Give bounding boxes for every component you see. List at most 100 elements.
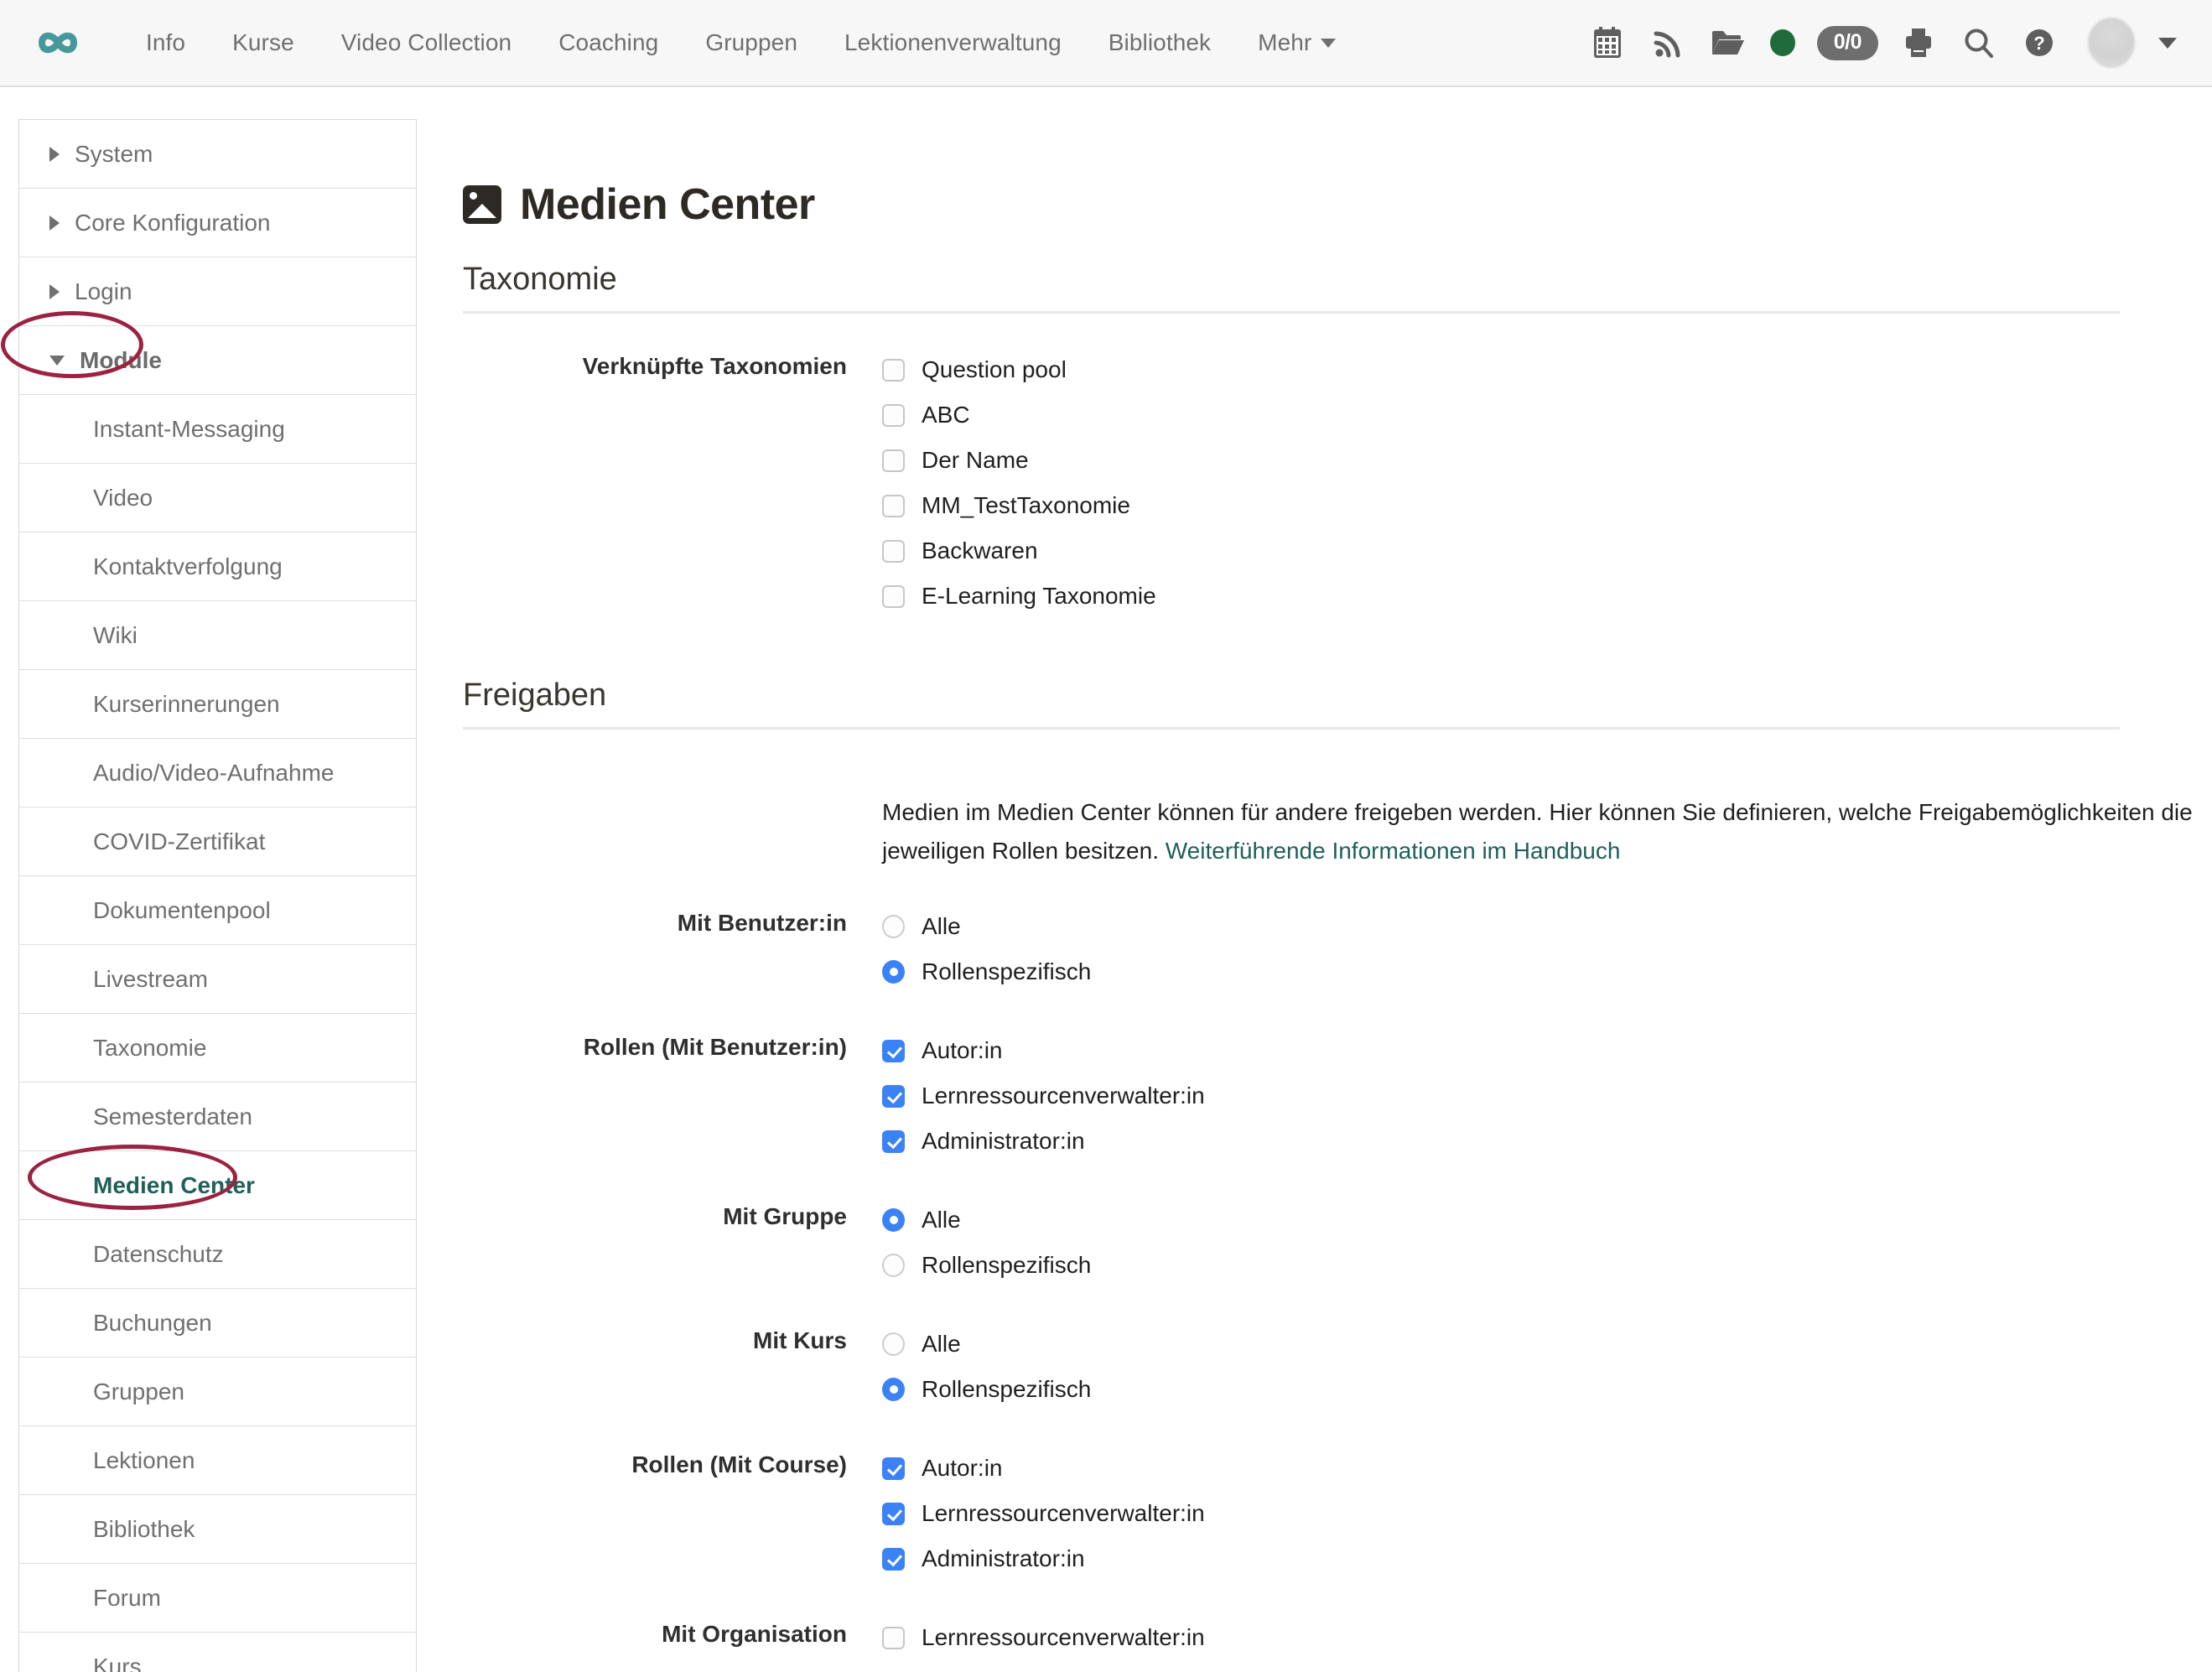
checkbox-option-lernressourcenverwalterin[interactable]: Lernressourcenverwalter:in <box>882 1491 2212 1536</box>
checkbox-icon-checked[interactable] <box>882 1129 905 1153</box>
radio-label: Alle <box>922 1331 961 1357</box>
sidebar-item-wiki[interactable]: Wiki <box>19 601 416 670</box>
main-menu: Info Kurse Video Collection Coaching Gru… <box>122 29 1359 56</box>
infinity-logo[interactable] <box>25 17 91 69</box>
sidebar-item-medien-center[interactable]: Medien Center <box>19 1145 416 1220</box>
form-label-verknuepfte-taxonomien: Verknüpfte Taxonomien <box>582 353 847 379</box>
checkbox-icon-checked[interactable] <box>882 1502 905 1525</box>
nav-item-gruppen[interactable]: Gruppen <box>682 29 821 56</box>
toolbar-icons: 0/0 ? <box>1577 13 2180 73</box>
sidebar-item-label: Semesterdaten <box>93 1103 252 1129</box>
checkbox-icon[interactable] <box>882 1626 905 1649</box>
rss-feed-icon[interactable] <box>1638 13 1698 73</box>
checkbox-icon-checked[interactable] <box>882 1084 905 1108</box>
checkbox-icon-checked[interactable] <box>882 1547 905 1571</box>
checkbox-option-question-pool[interactable]: Question pool <box>882 347 2212 392</box>
sidebar-item-label: Kurs <box>93 1653 142 1672</box>
sidebar-item-label: Dokumentenpool <box>93 896 271 923</box>
sidebar-item-gruppen[interactable]: Gruppen <box>19 1358 416 1426</box>
checkbox-option-mm-testtaxonomie[interactable]: MM_TestTaxonomie <box>882 483 2212 528</box>
checkbox-option-administratorin[interactable]: Administrator:in <box>882 1660 2212 1672</box>
sidebar-item-login-label: Login <box>75 278 132 304</box>
form-label-rollen-mit-course: Rollen (Mit Course) <box>631 1451 847 1477</box>
checkbox-option-der-name[interactable]: Der Name <box>882 438 2212 483</box>
sidebar-item-kurs[interactable]: Kurs <box>19 1633 416 1672</box>
checkbox-option-administratorin[interactable]: Administrator:in <box>882 1536 2212 1581</box>
checkbox-option-backwaren[interactable]: Backwaren <box>882 528 2212 574</box>
nav-item-info[interactable]: Info <box>122 29 209 56</box>
user-menu-chevron-down-icon[interactable] <box>2158 37 2177 49</box>
sidebar-item-instant-messaging[interactable]: Instant-Messaging <box>19 395 416 464</box>
counter-badge[interactable]: 0/0 <box>1816 25 1878 60</box>
radio-option-rollenspezifisch[interactable]: Rollenspezifisch <box>882 1367 2212 1412</box>
sidebar-item-forum[interactable]: Forum <box>19 1564 416 1633</box>
checkbox-option-autorin[interactable]: Autor:in <box>882 1028 2212 1073</box>
sidebar-item-label: Buchungen <box>93 1309 212 1336</box>
nav-item-lektionenverwaltung[interactable]: Lektionenverwaltung <box>821 29 1085 56</box>
nav-item-mehr[interactable]: Mehr <box>1234 29 1359 56</box>
status-dot-icon[interactable] <box>1769 29 1795 56</box>
checkbox-option-lernressourcenverwalterin[interactable]: Lernressourcenverwalter:in <box>882 1615 2212 1660</box>
sidebar-item-core-konfiguration[interactable]: Core Konfiguration <box>19 189 416 257</box>
checkbox-option-administratorin[interactable]: Administrator:in <box>882 1119 2212 1164</box>
nav-item-video-collection[interactable]: Video Collection <box>318 29 535 56</box>
checkbox-label: Backwaren <box>922 537 1038 563</box>
checkbox-icon[interactable] <box>882 584 905 608</box>
checkbox-option-autorin[interactable]: Autor:in <box>882 1446 2212 1491</box>
chevron-right-icon <box>49 283 60 299</box>
checkbox-icon-checked[interactable] <box>882 1039 905 1062</box>
checkbox-icon[interactable] <box>882 403 905 427</box>
sidebar-item-datenschutz[interactable]: Datenschutz <box>19 1220 416 1289</box>
radio-icon[interactable] <box>882 1254 905 1277</box>
nav-item-coaching[interactable]: Coaching <box>535 29 682 56</box>
radio-icon[interactable] <box>882 915 905 938</box>
nav-item-bibliothek[interactable]: Bibliothek <box>1085 29 1234 56</box>
sidebar-item-semesterdaten[interactable]: Semesterdaten <box>19 1083 416 1151</box>
sidebar-item-module[interactable]: Module <box>1 311 416 395</box>
search-icon[interactable] <box>1949 13 2009 73</box>
radio-icon-selected[interactable] <box>882 1208 905 1232</box>
radio-option-alle[interactable]: Alle <box>882 1197 2212 1243</box>
checkbox-icon[interactable] <box>882 449 905 472</box>
checkbox-icon[interactable] <box>882 358 905 382</box>
printer-icon[interactable] <box>1888 13 1949 73</box>
sidebar-item-lektionen[interactable]: Lektionen <box>19 1426 416 1495</box>
sidebar-item-bibliothek[interactable]: Bibliothek <box>19 1495 416 1564</box>
radio-option-rollenspezifisch[interactable]: Rollenspezifisch <box>882 1243 2212 1288</box>
sidebar-item-label: COVID-Zertifikat <box>93 828 266 854</box>
radio-option-alle[interactable]: Alle <box>882 1322 2212 1367</box>
form-row-verknuepfte-taxonomien: Verknüpfte Taxonomien Question pool ABC … <box>463 347 2212 619</box>
form-row-mit-kurs: Mit Kurs Alle Rollenspezifisch <box>463 1322 2212 1412</box>
help-icon[interactable]: ? <box>2009 13 2069 73</box>
sidebar-item-kontaktverfolgung[interactable]: Kontaktverfolgung <box>19 532 416 601</box>
sidebar-item-dokumentenpool[interactable]: Dokumentenpool <box>19 876 416 945</box>
radio-label: Rollenspezifisch <box>922 1376 1092 1402</box>
handbuch-link[interactable]: Weiterführende Informationen im Handbuch <box>1166 838 1621 864</box>
sidebar-item-video[interactable]: Video <box>19 464 416 532</box>
sidebar-item-login[interactable]: Login <box>19 257 416 326</box>
radio-icon[interactable] <box>882 1332 905 1356</box>
sidebar-item-audio-video-aufnahme[interactable]: Audio/Video-Aufnahme <box>19 739 416 807</box>
radio-icon-selected[interactable] <box>882 960 905 984</box>
checkbox-icon[interactable] <box>882 539 905 563</box>
checkbox-option-abc[interactable]: ABC <box>882 392 2212 438</box>
sidebar-item-system[interactable]: System <box>19 120 416 189</box>
nav-item-kurse[interactable]: Kurse <box>209 29 318 56</box>
folder-open-icon[interactable] <box>1698 13 1758 73</box>
section-heading-freigaben: Freigaben <box>463 678 2120 730</box>
checkbox-option-e-learning-taxonomie[interactable]: E-Learning Taxonomie <box>882 574 2212 619</box>
form-row-freigaben-description: Medien im Medien Center können für ander… <box>463 781 2212 870</box>
checkbox-icon[interactable] <box>882 494 905 517</box>
checkbox-icon-checked[interactable] <box>882 1457 905 1480</box>
sidebar-item-buchungen[interactable]: Buchungen <box>19 1289 416 1358</box>
sidebar-item-taxonomie[interactable]: Taxonomie <box>19 1014 416 1083</box>
sidebar-item-livestream[interactable]: Livestream <box>19 945 416 1014</box>
calendar-icon[interactable] <box>1577 13 1638 73</box>
radio-icon-selected[interactable] <box>882 1378 905 1401</box>
radio-option-alle[interactable]: Alle <box>882 904 2212 949</box>
avatar[interactable] <box>2088 18 2135 68</box>
sidebar-item-covid-zertifikat[interactable]: COVID-Zertifikat <box>19 807 416 876</box>
checkbox-option-lernressourcenverwalterin[interactable]: Lernressourcenverwalter:in <box>882 1073 2212 1119</box>
radio-option-rollenspezifisch[interactable]: Rollenspezifisch <box>882 949 2212 994</box>
sidebar-item-kurserinnerungen[interactable]: Kurserinnerungen <box>19 670 416 739</box>
